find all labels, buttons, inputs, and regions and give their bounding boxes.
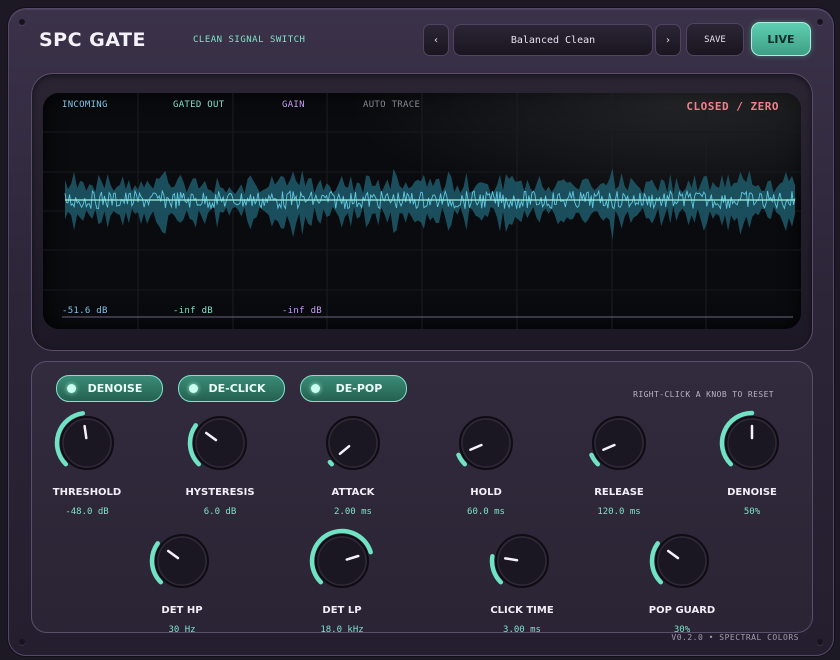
knob-dial[interactable] <box>719 410 785 476</box>
knob-arc <box>327 459 335 467</box>
knob-label: HYSTERESIS <box>185 487 255 498</box>
knob-dial[interactable] <box>54 410 120 476</box>
knob-dial[interactable] <box>453 410 519 476</box>
knob-body <box>315 534 369 588</box>
version-footer: V0.2.0 • SPECTRAL COLORS <box>671 633 799 642</box>
preset-selector[interactable]: Balanced Clean <box>453 24 653 56</box>
gated-out-readout: -inf dB <box>173 306 214 316</box>
screw-icon <box>817 19 823 25</box>
knob-value: 60.0 ms <box>467 507 505 517</box>
declick-toggle[interactable]: DE-CLICK <box>178 375 285 402</box>
incoming-label: INCOMING <box>62 100 108 110</box>
plugin-subtitle: CLEAN SIGNAL SWITCH <box>193 35 306 45</box>
toggle-label: DE-CLICK <box>208 382 266 395</box>
auto-trace-toggle[interactable]: AUTO TRACE <box>363 100 420 110</box>
gain-label: GAIN <box>282 100 305 110</box>
screw-icon <box>19 19 25 25</box>
led-icon <box>189 384 198 393</box>
knob-label: HOLD <box>470 487 502 498</box>
knob-dial[interactable] <box>649 528 715 594</box>
denoise-toggle[interactable]: DENOISE <box>56 375 163 402</box>
knob-dial[interactable] <box>489 528 555 594</box>
toggle-label: DENOISE <box>87 382 143 395</box>
knob-body <box>459 416 513 470</box>
knob-label: CLICK TIME <box>490 605 554 616</box>
knob-dial[interactable] <box>320 410 386 476</box>
screw-icon <box>817 639 823 645</box>
knob-label: RELEASE <box>594 487 644 498</box>
screw-icon <box>19 639 25 645</box>
knob-body <box>655 534 709 588</box>
plugin-title: SPC GATE <box>39 29 146 51</box>
scope-frame: INCOMING GATED OUT GAIN AUTO TRACE CLOSE… <box>31 73 813 351</box>
incoming-readout: -51.6 dB <box>62 306 108 316</box>
knob-value: 50% <box>743 507 761 517</box>
knob-dial[interactable] <box>149 528 215 594</box>
chevron-left-icon: ‹ <box>434 34 438 46</box>
knob-label: DET HP <box>161 605 203 616</box>
controls-panel: DENOISE DE-CLICK DE-POP RIGHT-CLICK A KN… <box>31 361 813 635</box>
knob-label: DENOISE <box>727 487 777 498</box>
knob-dial[interactable] <box>187 410 253 476</box>
knob-body <box>326 416 380 470</box>
plugin-window: SPC GATE CLEAN SIGNAL SWITCH ‹ Balanced … <box>8 8 834 656</box>
waveform-display <box>43 93 801 329</box>
knob-value: 120.0 ms <box>597 507 641 517</box>
reset-hint: RIGHT-CLICK A KNOB TO RESET <box>633 390 774 399</box>
knob-label: POP GUARD <box>648 605 716 616</box>
knob-label: DET LP <box>322 605 362 616</box>
toggle-label: DE-POP <box>335 382 383 395</box>
led-icon <box>67 384 76 393</box>
knob-value: 30 Hz <box>168 625 196 635</box>
preset-prev-button[interactable]: ‹ <box>423 24 449 56</box>
knob-dial[interactable] <box>309 528 375 594</box>
led-icon <box>311 384 320 393</box>
knob-body <box>592 416 646 470</box>
knob-value: 6.0 dB <box>203 507 237 517</box>
depop-toggle[interactable]: DE-POP <box>300 375 407 402</box>
knob-value: 3.00 ms <box>503 625 541 635</box>
knob-dial[interactable] <box>586 410 652 476</box>
preset-next-button[interactable]: › <box>655 24 681 56</box>
gated-out-label: GATED OUT <box>173 100 225 110</box>
knob-body <box>193 416 247 470</box>
knob-value: -48.0 dB <box>65 507 109 517</box>
knob-label: ATTACK <box>331 487 375 498</box>
knob-body <box>155 534 209 588</box>
live-button[interactable]: LIVE <box>751 22 811 56</box>
gate-state-indicator: CLOSED / ZERO <box>686 100 779 113</box>
save-button[interactable]: SAVE <box>686 23 744 56</box>
chevron-right-icon: › <box>666 34 670 46</box>
knob-value: 2.00 ms <box>334 507 372 517</box>
knob-body <box>495 534 549 588</box>
gain-readout: -inf dB <box>282 306 323 316</box>
knob-value: 18.0 kHz <box>320 625 364 635</box>
scope-display: INCOMING GATED OUT GAIN AUTO TRACE CLOSE… <box>43 93 801 329</box>
knob-body <box>60 416 114 470</box>
knob-pointer <box>83 424 88 440</box>
knob-label: THRESHOLD <box>52 487 122 498</box>
